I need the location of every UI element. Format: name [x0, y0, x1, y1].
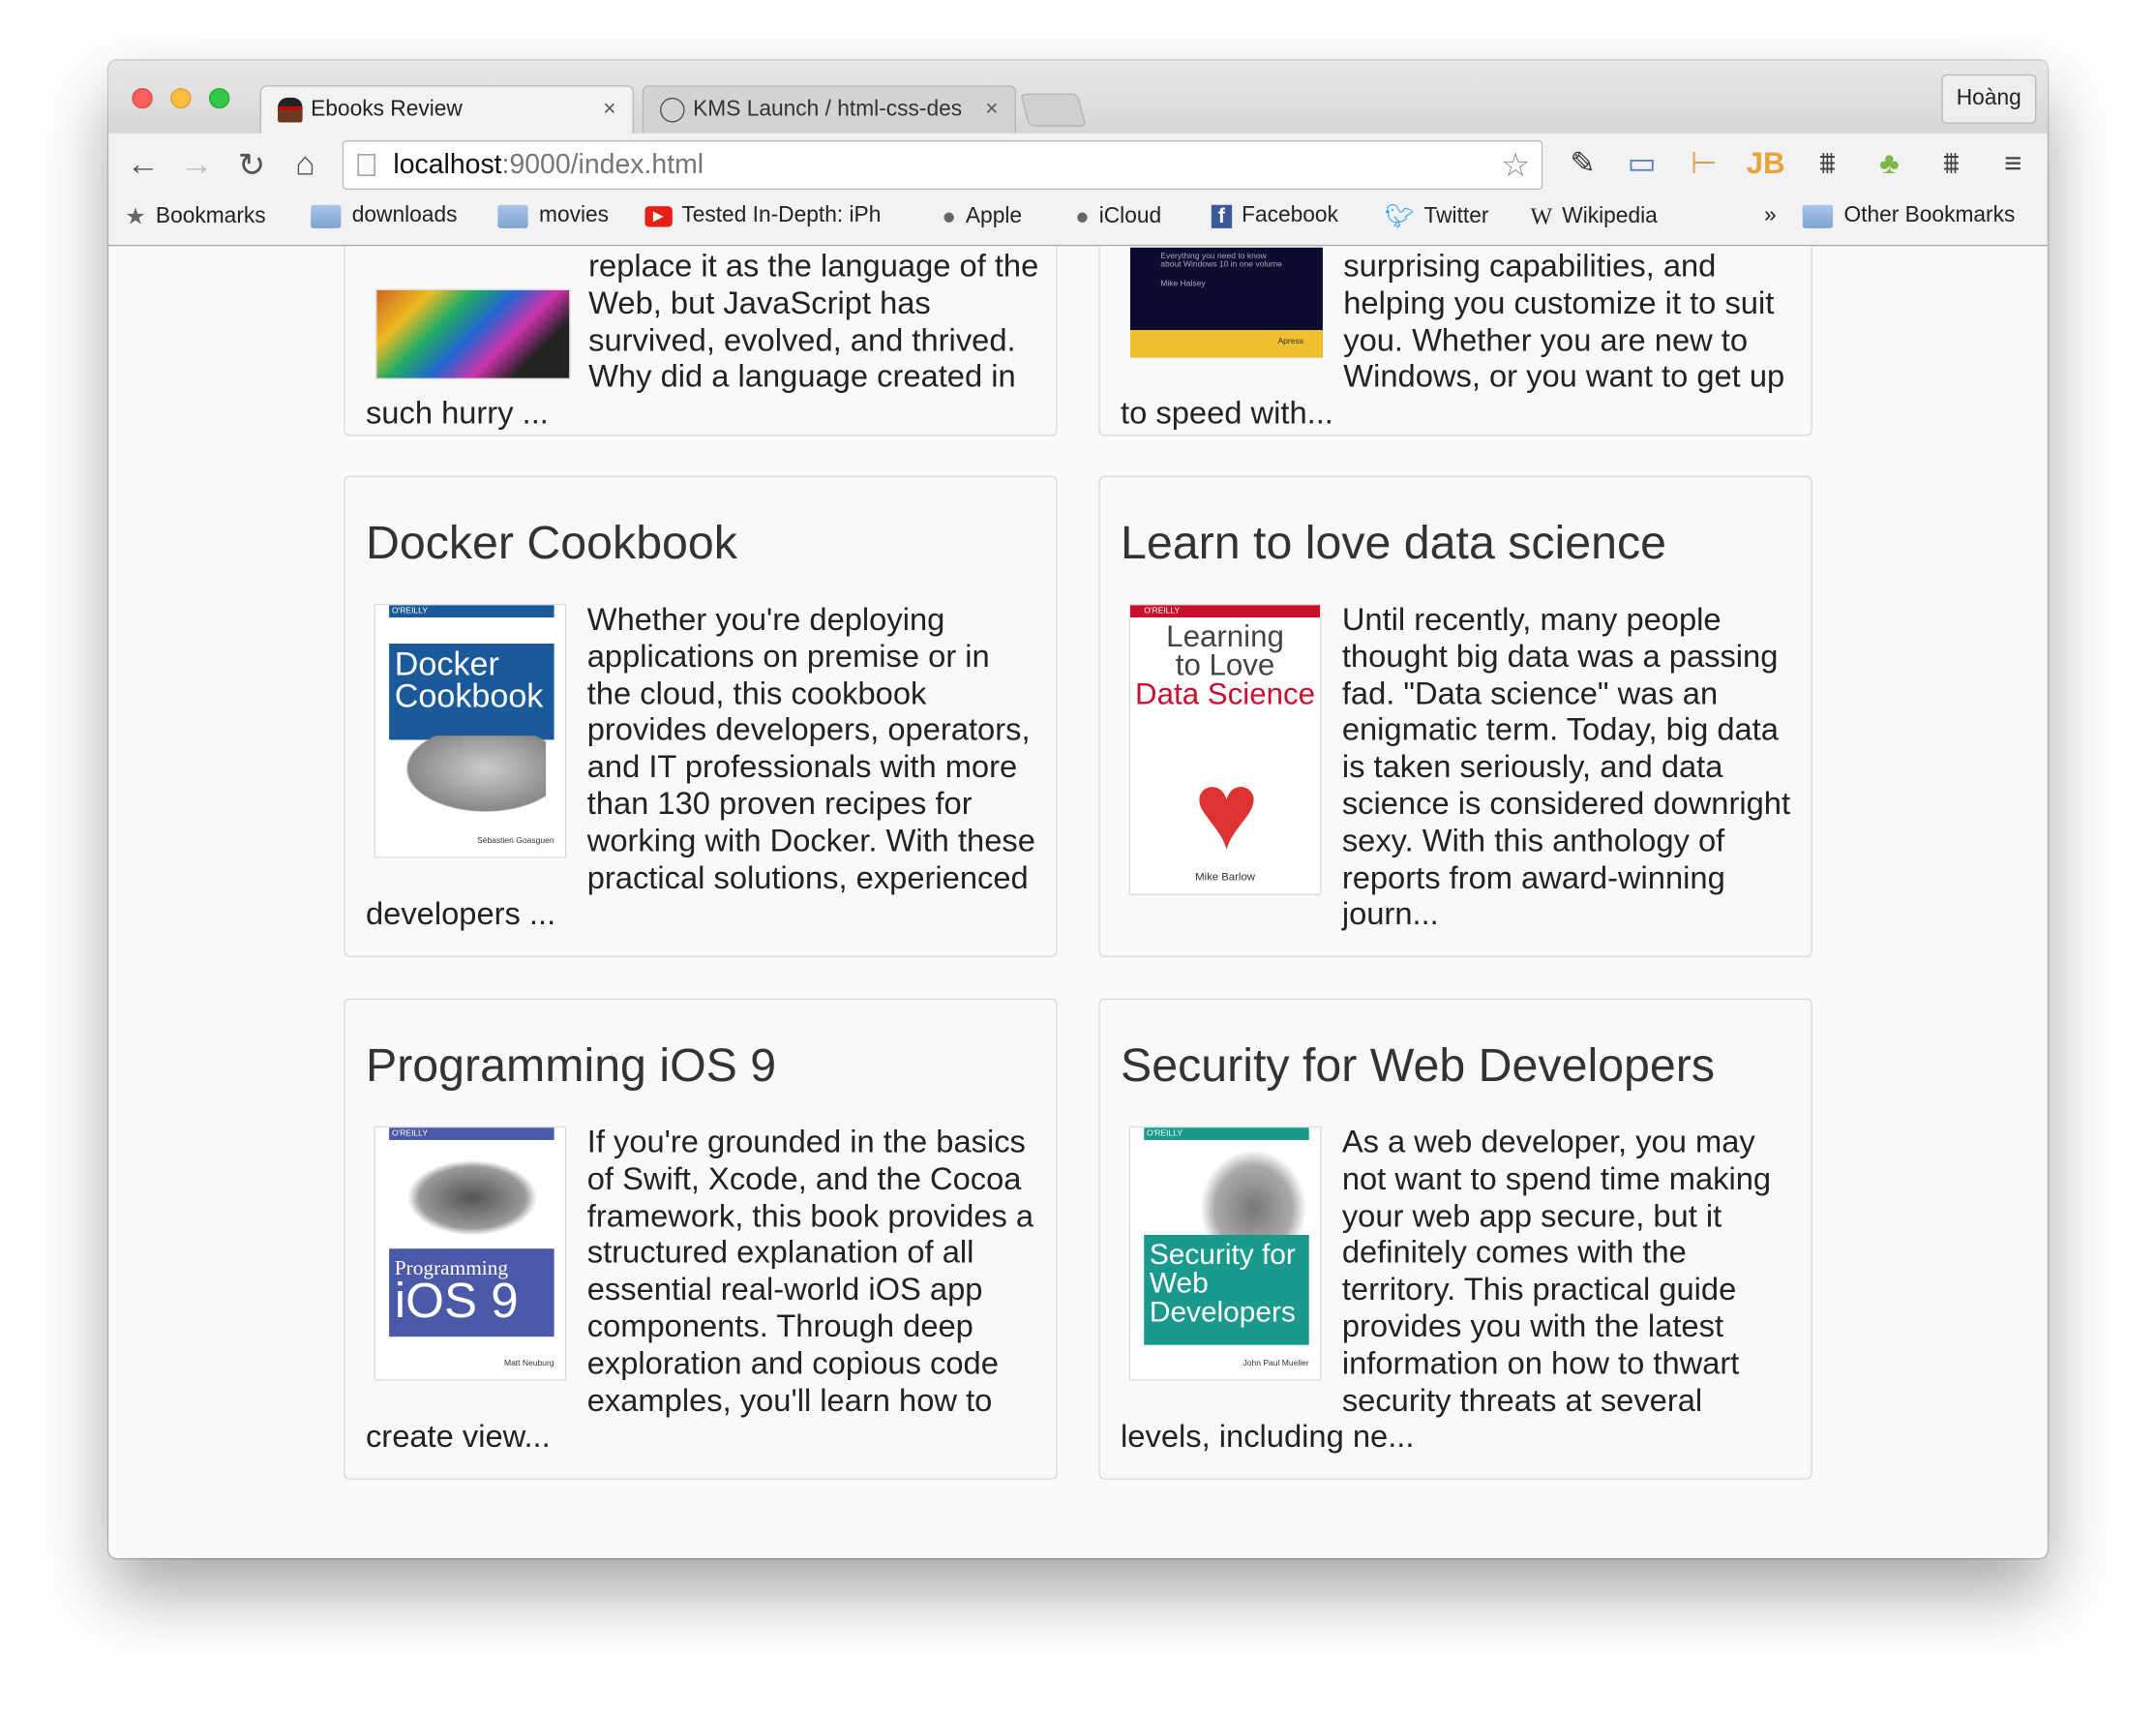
close-tab-icon[interactable]: ×: [603, 98, 615, 123]
folder-icon: [1802, 204, 1834, 228]
bookmark-twitter[interactable]: 🐦︎ Twitter: [1385, 203, 1489, 230]
tree-extension-icon-2[interactable]: ⩩: [1931, 146, 1970, 182]
toolbar: ← → ↻ ⌂ localhost:9000/index.html ☆ ✎ ▭ …: [108, 133, 2048, 195]
reload-icon[interactable]: ↻: [234, 146, 270, 186]
book-cover: [374, 288, 571, 380]
book-description-end: such hurry ...: [365, 394, 549, 431]
new-tab-button[interactable]: [1020, 93, 1087, 127]
book-cover: O'REILLY Security for Web Developers Joh…: [1128, 1126, 1322, 1381]
heart-illustration: ♥: [1193, 749, 1260, 872]
address-bar[interactable]: localhost:9000/index.html ☆: [342, 139, 1543, 191]
bookmarks-overflow-button[interactable]: »: [1764, 203, 1777, 228]
book-description-end: to speed with...: [1121, 394, 1333, 431]
tab-bar: Ebooks Review × KMS Launch / html-css-de…: [108, 60, 2048, 134]
menu-icon[interactable]: ≡: [1993, 146, 2032, 182]
bookmark-label: movies: [539, 203, 610, 227]
bookmarks-bar: ★ Bookmarks downloads movies ▶ Tested In-D…: [108, 195, 2048, 247]
bookmark-movies[interactable]: movies: [497, 203, 609, 228]
tab-kms-launch[interactable]: KMS Launch / html-css-des ×: [642, 85, 1017, 134]
browser-window: Ebooks Review × KMS Launch / html-css-de…: [108, 60, 2048, 1558]
bookmark-apple[interactable]: ● Apple: [942, 203, 1022, 230]
bird-illustration: [389, 1149, 541, 1247]
bookmark-tested[interactable]: ▶ Tested In-Depth: iPh: [644, 203, 913, 228]
folder-icon: [497, 204, 528, 228]
tab-title: Ebooks Review: [311, 97, 463, 122]
book-cover: Everything you need to know about Window…: [1129, 247, 1323, 358]
bookmark-star-icon[interactable]: ☆: [1501, 146, 1531, 186]
url-host: localhost: [393, 149, 502, 181]
tree-extension-icon[interactable]: ⩩: [1809, 146, 1847, 182]
book-card[interactable]: Security for Web Developers O'REILLY Sec…: [1098, 998, 1812, 1480]
hat-favicon-icon: [278, 97, 303, 123]
twitter-icon: 🐦︎: [1384, 203, 1415, 230]
bookmark-label: Twitter: [1423, 204, 1489, 228]
apple-icon: ●: [942, 203, 956, 230]
profile-button[interactable]: Hoàng: [1941, 74, 2037, 124]
whale-illustration: [394, 736, 547, 819]
window-resizer-extension-icon[interactable]: ▭: [1623, 146, 1662, 182]
url-text[interactable]: localhost:9000/index.html: [393, 150, 704, 182]
star-icon: ★: [125, 203, 146, 230]
bookmark-label: iCloud: [1098, 204, 1162, 228]
book-description: replace it as the language of the Web, bu…: [588, 247, 1039, 394]
tab-title: KMS Launch / html-css-des: [693, 97, 963, 122]
book-cover: O'REILLY Learning to Love Data Science ♥ …: [1128, 603, 1322, 896]
folder-icon: [311, 204, 342, 228]
bookmark-label: Wikipedia: [1562, 204, 1658, 228]
book-card[interactable]: Docker Cookbook O'REILLY Docker Cookbook…: [344, 475, 1058, 957]
book-cover: O'REILLY Programming iOS 9 Matt Neuburg: [374, 1126, 567, 1381]
jetbrains-extension-icon[interactable]: JB: [1747, 146, 1785, 182]
page-icon: [357, 154, 375, 176]
bookmark-label: Other Bookmarks: [1843, 203, 2016, 227]
bookmark-downloads[interactable]: downloads: [311, 203, 457, 228]
bookmark-icloud[interactable]: ● iCloud: [1075, 203, 1161, 230]
bookmark-bookmarks[interactable]: ★ Bookmarks: [125, 203, 265, 230]
close-tab-icon[interactable]: ×: [985, 98, 998, 123]
bookmark-label: Tested In-Depth: iPh: [681, 203, 882, 227]
bookmark-other[interactable]: Other Bookmarks: [1802, 203, 2016, 228]
url-path: :9000/index.html: [501, 149, 704, 181]
github-cat-favicon-icon: [660, 97, 685, 123]
home-icon[interactable]: ⌂: [287, 146, 323, 185]
maximize-window-button[interactable]: [208, 87, 230, 109]
book-title[interactable]: Learn to love data science: [1121, 516, 1790, 571]
book-card[interactable]: Programming iOS 9 O'REILLY Programming i…: [344, 998, 1058, 1480]
eyedropper-extension-icon[interactable]: ✎: [1564, 146, 1602, 182]
bookmark-label: Bookmarks: [155, 204, 266, 228]
forward-icon[interactable]: →: [179, 146, 215, 185]
book-title[interactable]: Security for Web Developers: [1121, 1038, 1790, 1094]
bonsai-extension-icon[interactable]: ♣: [1870, 146, 1908, 182]
book-cover: O'REILLY Docker Cookbook Sébastien Goasg…: [374, 603, 567, 858]
youtube-icon: ▶: [644, 205, 673, 226]
apple-icon: ●: [1075, 203, 1090, 230]
close-window-button[interactable]: [132, 87, 153, 109]
wikipedia-icon: W: [1530, 203, 1553, 230]
book-title[interactable]: Docker Cookbook: [366, 516, 1035, 571]
book-description: surprising capabilities, and helping you …: [1343, 247, 1785, 394]
bookmark-facebook[interactable]: f Facebook: [1211, 203, 1338, 228]
book-card[interactable]: Learn to love data science O'REILLY Lear…: [1098, 475, 1812, 957]
bookmark-label: Apple: [965, 204, 1023, 228]
bookmark-label: Facebook: [1242, 203, 1338, 227]
book-title[interactable]: Programming iOS 9: [366, 1038, 1035, 1094]
bookmark-label: downloads: [351, 203, 458, 227]
bookmark-wikipedia[interactable]: W Wikipedia: [1530, 203, 1657, 230]
page-content: replace it as the language of the Web, bu…: [108, 246, 2048, 1558]
ruler-extension-icon[interactable]: ⊢: [1685, 146, 1723, 182]
book-card[interactable]: replace it as the language of the Web, bu…: [344, 246, 1058, 436]
back-icon[interactable]: ←: [125, 146, 161, 185]
book-card[interactable]: Everything you need to know about Window…: [1098, 246, 1812, 436]
facebook-icon: f: [1211, 204, 1233, 228]
tab-ebooks-review[interactable]: Ebooks Review ×: [259, 85, 635, 134]
minimize-window-button[interactable]: [170, 87, 192, 109]
